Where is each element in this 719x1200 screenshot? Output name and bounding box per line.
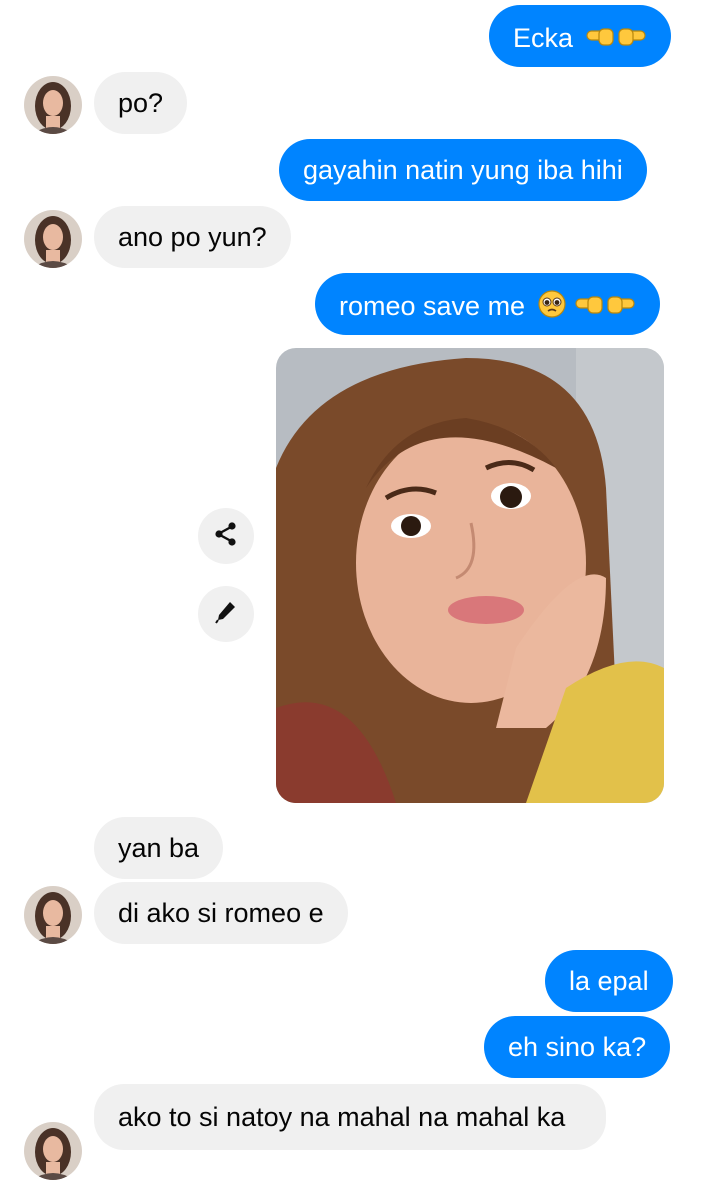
incoming-message[interactable]: ano po yun? <box>94 206 291 268</box>
outgoing-message[interactable]: romeo save me <box>315 273 661 335</box>
message-text: ako to si natoy na mahal na mahal ka <box>118 1102 566 1132</box>
contact-avatar[interactable] <box>24 886 82 944</box>
message-text: eh sino ka? <box>508 1032 647 1062</box>
pencil-icon <box>213 599 239 630</box>
message-text: Ecka <box>513 23 574 54</box>
incoming-message[interactable]: yan ba <box>94 817 224 879</box>
outgoing-message[interactable]: Ecka <box>489 5 671 67</box>
message-text: di ako si romeo e <box>118 898 324 928</box>
outgoing-message[interactable]: eh sino ka? <box>484 1016 671 1078</box>
outgoing-message[interactable]: gayahin natin yung iba hihi <box>279 139 647 201</box>
share-button[interactable] <box>198 508 254 564</box>
edit-button[interactable] <box>198 586 254 642</box>
contact-avatar[interactable] <box>24 210 82 268</box>
share-icon <box>213 521 239 552</box>
pleading-face-emoji <box>537 289 567 327</box>
incoming-message[interactable]: po? <box>94 72 188 134</box>
message-text: gayahin natin yung iba hihi <box>303 155 623 185</box>
incoming-message[interactable]: di ako si romeo e <box>94 882 348 944</box>
outgoing-message[interactable]: la epal <box>545 950 673 1012</box>
message-text: yan ba <box>118 833 200 863</box>
incoming-message[interactable]: ako to si natoy na mahal na mahal ka <box>94 1084 606 1150</box>
pointing-fingers-emoji <box>574 287 636 329</box>
message-text: ano po yun? <box>118 222 267 252</box>
contact-avatar[interactable] <box>24 76 82 134</box>
message-text: romeo save me <box>339 291 526 322</box>
message-text: po? <box>118 88 164 118</box>
message-text: la epal <box>569 966 649 996</box>
photo-message[interactable] <box>276 348 664 803</box>
pointing-fingers-emoji <box>585 19 647 61</box>
contact-avatar[interactable] <box>24 1122 82 1180</box>
